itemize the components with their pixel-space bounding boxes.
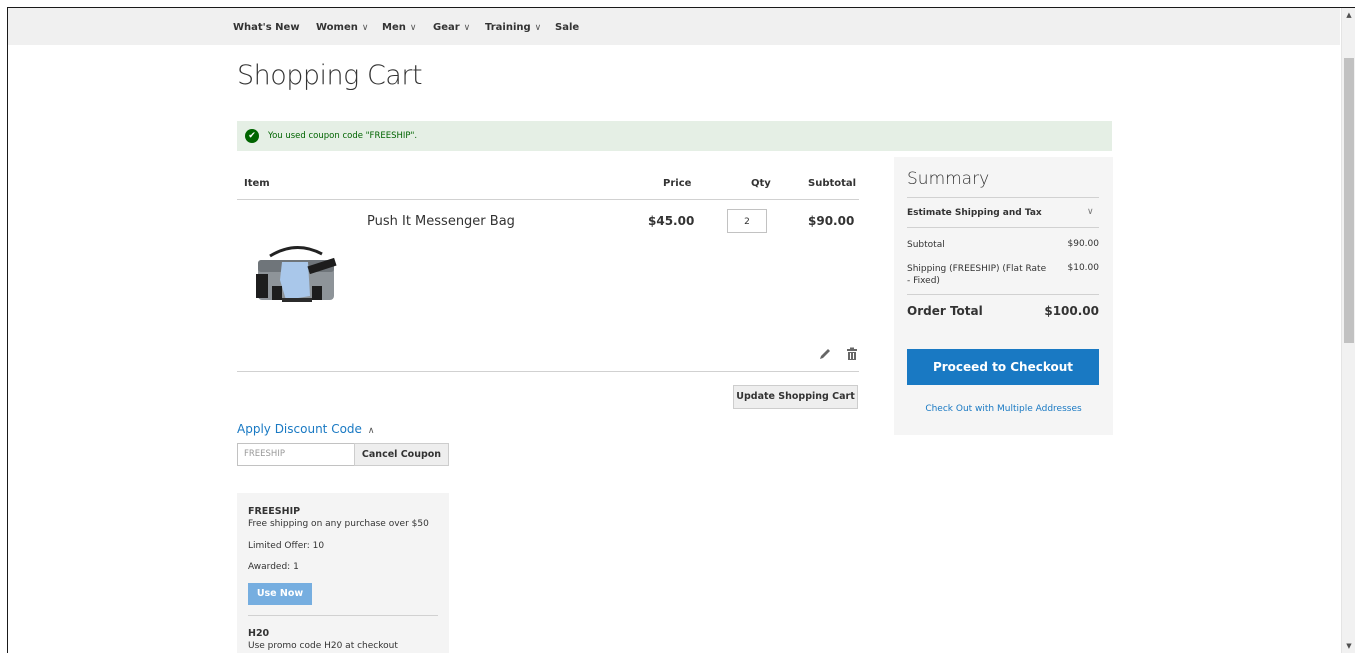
product-image[interactable] [252,240,340,306]
apply-discount-toggle[interactable]: Apply Discount Code ∧ [237,422,375,436]
summary-divider [907,294,1099,295]
promo-code: H20 [248,628,270,639]
nav-item-men[interactable]: Men ∨ [382,22,416,33]
shipping-label: Shipping (FREESHIP) (Flat Rate - Fixed) [907,264,1047,286]
shipping-value: $10.00 [1067,263,1100,273]
summary-title: Summary [907,169,990,189]
nav-item-label: Women [316,22,358,33]
column-header-item: Item [244,178,270,189]
use-now-button[interactable]: Use Now [248,583,312,605]
nav-item-label: What's New [233,22,300,33]
cancel-coupon-button[interactable]: Cancel Coupon [354,443,449,466]
promo-list: FREESHIP Free shipping on any purchase o… [237,493,449,653]
product-name-link[interactable]: Push It Messenger Bag [367,214,515,229]
nav-item-label: Training [485,22,531,33]
subtotal-value: $90.00 [1067,239,1100,249]
nav-item-label: Gear [433,22,460,33]
scrollbar-thumb[interactable] [1344,58,1354,343]
summary-divider [907,197,1099,198]
order-summary: Summary Estimate Shipping and Tax ∨ Subt… [894,157,1113,435]
chevron-down-icon: ∨ [409,23,417,33]
success-message: ✔ You used coupon code "FREESHIP". [237,121,1112,151]
update-cart-button[interactable]: Update Shopping Cart [733,385,858,409]
coupon-code-input[interactable]: FREESHIP [237,443,355,466]
trash-icon[interactable] [845,347,859,361]
nav-item-sale[interactable]: Sale [555,22,579,33]
check-circle-icon: ✔ [245,129,259,143]
promo-divider [248,615,438,616]
scroll-up-icon[interactable]: ▲ [1342,8,1355,22]
proceed-to-checkout-button[interactable]: Proceed to Checkout [907,349,1099,385]
nav-item-label: Sale [555,22,580,33]
nav-item-gear[interactable]: Gear ∨ [433,22,470,33]
promo-awarded: Awarded: 1 [248,562,299,572]
column-header-subtotal: Subtotal [808,178,857,189]
table-footer-divider [237,371,859,372]
nav-item-women[interactable]: Women ∨ [316,22,368,33]
promo-description: Use promo code H20 at checkout [248,641,398,651]
chevron-down-icon: ∨ [463,23,471,33]
estimate-shipping-toggle[interactable]: Estimate Shipping and Tax [907,208,1042,218]
main-navigation: What's New Women ∨ Men ∨ Gear ∨ Training ∨ S… [8,8,1340,45]
table-header-divider [237,199,859,200]
scroll-down-icon[interactable]: ▼ [1342,639,1355,653]
product-price: $45.00 [648,214,695,228]
nav-item-whats-new[interactable]: What's New [233,22,300,33]
vertical-scrollbar[interactable]: ▲ ▼ [1341,8,1355,653]
chevron-up-icon: ∧ [367,426,375,436]
order-total-label: Order Total [907,304,983,318]
promo-limited-offer: Limited Offer: 10 [248,541,325,551]
column-header-qty: Qty [751,178,771,189]
promo-code: FREESHIP [248,506,301,517]
multiple-addresses-link[interactable]: Check Out with Multiple Addresses [894,404,1113,414]
product-subtotal: $90.00 [808,214,855,228]
nav-item-label: Men [382,22,406,33]
nav-item-training[interactable]: Training ∨ [485,22,541,33]
chevron-down-icon: ∨ [534,23,542,33]
success-message-text: You used coupon code "FREESHIP". [268,131,418,141]
summary-divider [907,227,1099,228]
pencil-icon[interactable] [818,347,832,361]
qty-input[interactable]: 2 [727,209,767,233]
order-total-value: $100.00 [1044,304,1099,318]
apply-discount-label: Apply Discount Code [237,422,362,436]
promo-description: Free shipping on any purchase over $50 [248,519,429,529]
column-header-price: Price [663,178,692,189]
subtotal-label: Subtotal [907,240,945,250]
chevron-down-icon: ∨ [361,23,369,33]
page-title: Shopping Cart [237,60,423,91]
chevron-down-icon[interactable]: ∨ [1087,207,1094,217]
browser-viewport: What's New Women ∨ Men ∨ Gear ∨ Training ∨ S… [7,7,1355,653]
